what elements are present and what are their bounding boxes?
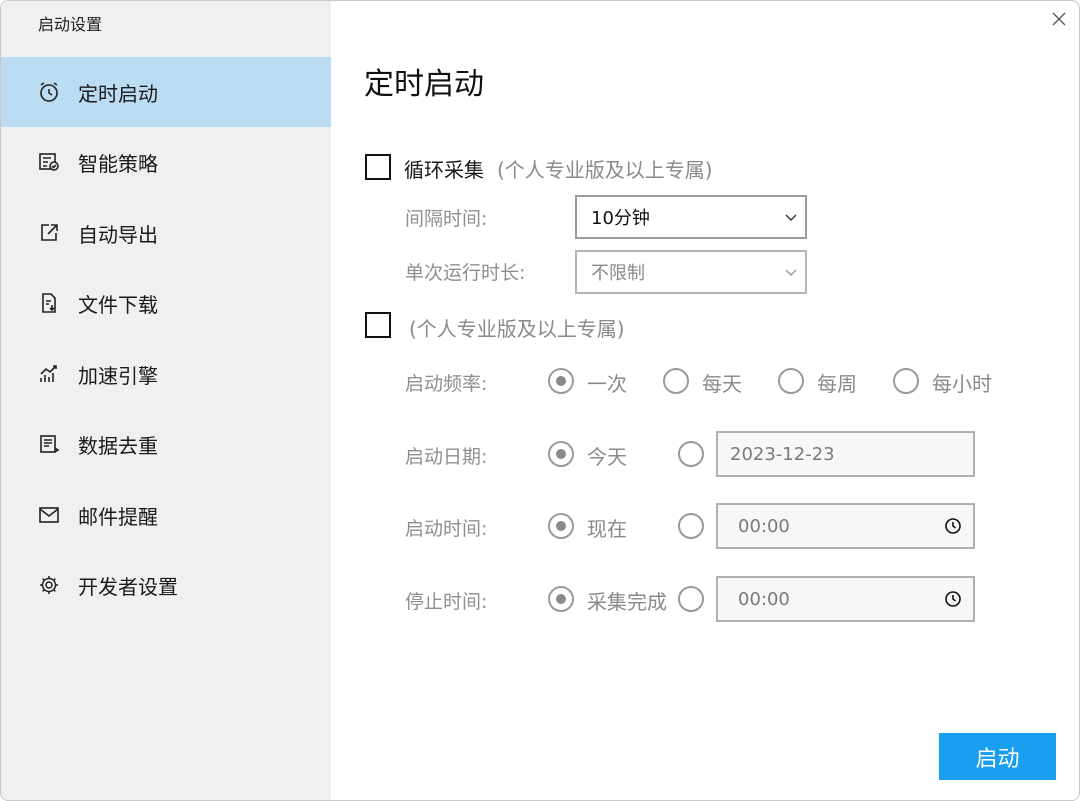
sidebar-item-label: 加速引擎 (78, 363, 158, 388)
sidebar-item-scheduled-start[interactable]: 定时启动 (1, 57, 331, 127)
interval-select[interactable]: 10分钟 (575, 195, 807, 239)
start-date-today-label: 今天 (587, 445, 627, 469)
schedule-note: (个人专业版及以上专属) (409, 317, 625, 341)
mail-icon (37, 503, 61, 527)
sidebar-item-label: 文件下载 (78, 292, 158, 317)
schedule-checkbox[interactable] (365, 312, 391, 338)
sidebar-item-label: 邮件提醒 (78, 504, 158, 529)
stop-time-value: 00:00 (738, 588, 790, 610)
clock-icon[interactable] (933, 517, 973, 535)
sidebar-item-label: 数据去重 (78, 433, 158, 458)
start-date-label: 启动日期: (405, 446, 488, 468)
loop-collect-label: 循环采集 (404, 158, 484, 182)
sidebar-item-dedupe[interactable]: 数据去重 (1, 409, 331, 479)
close-icon (1052, 12, 1066, 26)
duration-label: 单次运行时长: (405, 262, 526, 284)
close-button[interactable] (1047, 7, 1071, 31)
sidebar-item-label: 开发者设置 (78, 574, 178, 599)
stop-time-input[interactable]: 00:00 (716, 576, 975, 622)
frequency-daily-label: 每天 (702, 372, 742, 396)
stop-on-complete-label: 采集完成 (587, 590, 667, 614)
sidebar-item-file-download[interactable]: 文件下载 (1, 268, 331, 338)
stop-on-complete-radio[interactable] (548, 586, 574, 612)
interval-value: 10分钟 (591, 208, 650, 229)
sidebar-item-developer-settings[interactable]: 开发者设置 (1, 550, 331, 620)
sidebar-item-label: 定时启动 (78, 81, 158, 106)
frequency-once-label: 一次 (587, 372, 627, 396)
gear-icon (37, 573, 61, 597)
frequency-weekly-label: 每周 (817, 372, 857, 396)
sidebar-item-label: 智能策略 (78, 151, 158, 176)
loop-collect-note: (个人专业版及以上专属) (497, 158, 713, 182)
frequency-hourly-radio[interactable] (893, 368, 919, 394)
chevron-down-icon (777, 267, 805, 277)
start-time-label: 启动时间: (405, 518, 488, 540)
sidebar: 启动设置 定时启动 智能策略 自动导出 文件下载 加速引擎 数据去重 邮件提醒 … (1, 1, 331, 800)
frequency-hourly-label: 每小时 (932, 372, 992, 396)
window-title: 启动设置 (38, 15, 103, 34)
duration-select[interactable]: 不限制 (575, 250, 807, 294)
export-icon (37, 221, 61, 245)
start-date-value: 2023-12-23 (730, 443, 835, 465)
frequency-daily-radio[interactable] (663, 368, 689, 394)
duration-value: 不限制 (591, 263, 645, 284)
file-download-icon (37, 291, 61, 315)
start-date-input[interactable]: 2023-12-23 (716, 431, 975, 477)
dialog-window: 启动设置 定时启动 智能策略 自动导出 文件下载 加速引擎 数据去重 邮件提醒 … (0, 0, 1080, 801)
start-button[interactable]: 启动 (939, 733, 1056, 780)
start-date-custom-radio[interactable] (678, 441, 704, 467)
start-date-today-radio[interactable] (548, 441, 574, 467)
start-time-custom-radio[interactable] (678, 513, 704, 539)
frequency-weekly-radio[interactable] (778, 368, 804, 394)
sidebar-item-mail-reminder[interactable]: 邮件提醒 (1, 480, 331, 550)
chart-accelerate-icon (37, 362, 61, 386)
stop-time-custom-radio[interactable] (678, 586, 704, 612)
start-time-input[interactable]: 00:00 (716, 503, 975, 549)
frequency-once-radio[interactable] (548, 368, 574, 394)
sidebar-item-accelerate-engine[interactable]: 加速引擎 (1, 339, 331, 409)
sidebar-item-auto-export[interactable]: 自动导出 (1, 198, 331, 268)
page-title: 定时启动 (364, 67, 484, 102)
start-time-now-label: 现在 (587, 517, 627, 541)
sidebar-item-label: 自动导出 (78, 222, 158, 247)
start-time-value: 00:00 (738, 515, 790, 537)
chevron-down-icon (777, 212, 805, 222)
clock-icon[interactable] (933, 590, 973, 608)
start-time-now-radio[interactable] (548, 513, 574, 539)
strategy-icon (37, 150, 61, 174)
sidebar-item-smart-strategy[interactable]: 智能策略 (1, 127, 331, 197)
interval-label: 间隔时间: (405, 208, 488, 230)
dedupe-icon (37, 432, 61, 456)
loop-collect-checkbox[interactable] (365, 154, 391, 180)
alarm-clock-icon (37, 80, 61, 104)
frequency-label: 启动频率: (405, 373, 488, 395)
stop-time-label: 停止时间: (405, 591, 488, 613)
